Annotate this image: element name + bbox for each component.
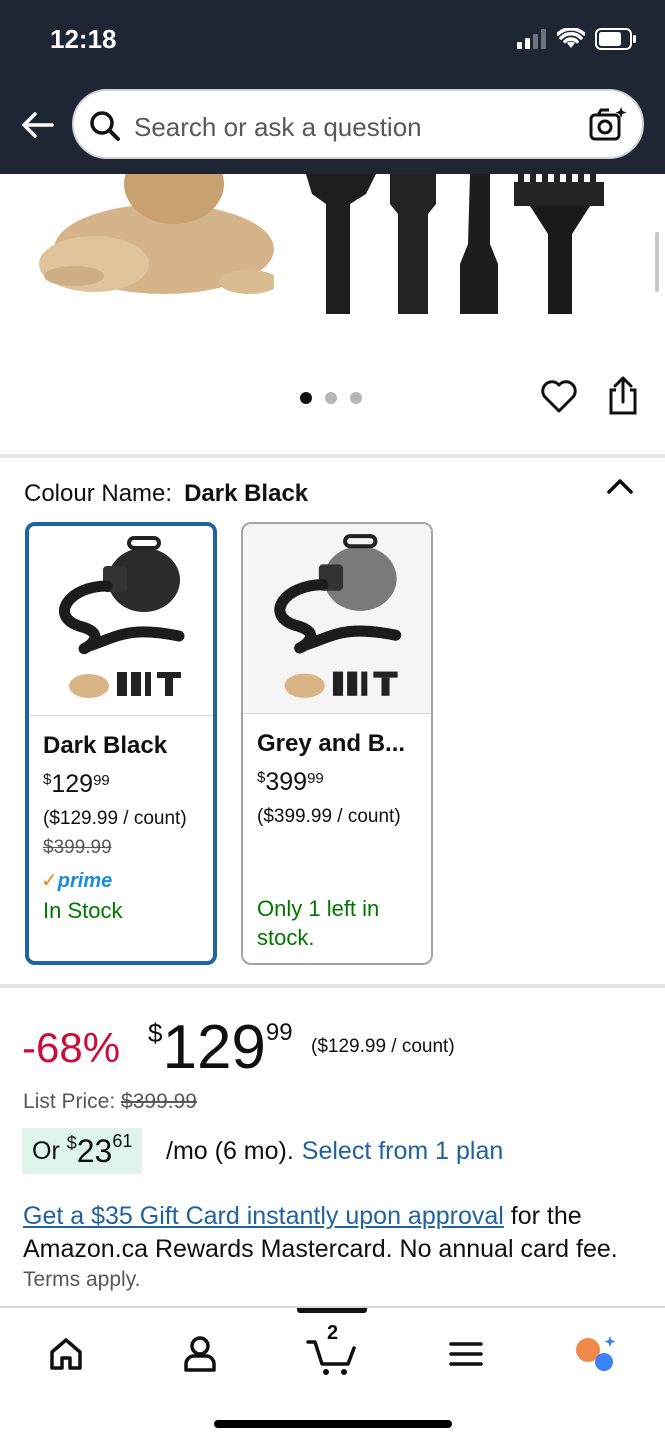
price-symbol: $ bbox=[257, 769, 266, 786]
nav-active-indicator bbox=[297, 1308, 367, 1313]
colour-label: Colour Name: bbox=[24, 480, 173, 507]
prime-badge: ✓prime bbox=[41, 868, 112, 893]
prime-check-icon: ✓ bbox=[41, 870, 58, 892]
monthly-symbol: $ bbox=[66, 1132, 77, 1153]
swatch-availability: Only 1 left in stock. bbox=[257, 896, 380, 950]
discount-percentage: -68% bbox=[22, 1024, 121, 1071]
price-cents: 99 bbox=[307, 770, 324, 787]
signal-icon bbox=[517, 29, 546, 49]
swatch-name: Dark Black bbox=[43, 732, 168, 759]
colour-option-grey-and-black[interactable]: Grey and B... $39999 ($399.99 / count) O… bbox=[241, 522, 433, 965]
list-price-label: List Price: bbox=[23, 1090, 116, 1113]
account-icon[interactable] bbox=[176, 1330, 224, 1378]
app-header: 12:18 Search or ask a question bbox=[0, 0, 665, 174]
home-indicator bbox=[214, 1420, 452, 1428]
chevron-up-icon[interactable] bbox=[606, 476, 634, 496]
carousel-dot[interactable] bbox=[350, 392, 362, 404]
unit-price: ($129.99 / count) bbox=[311, 1036, 455, 1057]
wifi-icon bbox=[557, 28, 585, 48]
swatch-image bbox=[243, 524, 431, 714]
product-image-carousel[interactable] bbox=[0, 174, 665, 456]
gift-card-offer: Get a $35 Gift Card instantly upon appro… bbox=[23, 1200, 643, 1266]
battery-icon bbox=[595, 28, 636, 50]
swatch-image bbox=[29, 526, 213, 716]
monthly-terms-row: /mo (6 mo). Select from 1 plan bbox=[166, 1137, 503, 1166]
swatch-unit-price: ($399.99 / count) bbox=[257, 806, 401, 827]
colour-value: Dark Black bbox=[184, 480, 309, 507]
home-icon[interactable] bbox=[42, 1330, 90, 1378]
price-whole: 399 bbox=[265, 768, 308, 796]
dog-product-image bbox=[39, 174, 274, 294]
select-plan-link[interactable]: Select from 1 plan bbox=[302, 1137, 504, 1165]
menu-icon[interactable] bbox=[442, 1330, 490, 1378]
gift-card-link[interactable]: Get a $35 Gift Card instantly upon appro… bbox=[23, 1202, 504, 1230]
colour-option-dark-black[interactable]: Dark Black $12999 ($129.99 / count) $399… bbox=[25, 522, 217, 965]
camera-search-icon[interactable] bbox=[588, 105, 628, 145]
swatch-price: $12999 bbox=[43, 770, 110, 799]
swatch-name: Grey and B... bbox=[257, 730, 406, 757]
share-icon[interactable] bbox=[606, 376, 640, 416]
list-price: List Price: $399.99 bbox=[23, 1090, 197, 1114]
price-whole: 129 bbox=[162, 1013, 266, 1082]
price-cents: 99 bbox=[93, 772, 110, 789]
colour-name-row: Colour Name: Dark Black bbox=[24, 480, 308, 508]
nozzle-attachments-image bbox=[306, 174, 604, 314]
dryer-image bbox=[59, 536, 185, 698]
swatch-price: $39999 bbox=[257, 768, 324, 797]
monthly-whole: 23 bbox=[76, 1132, 113, 1169]
price-symbol: $ bbox=[43, 771, 52, 788]
swatch-unit-price: ($129.99 / count) bbox=[43, 808, 187, 829]
search-icon bbox=[90, 111, 120, 141]
cart-count-badge: 2 bbox=[327, 1322, 339, 1344]
list-price-value: $399.99 bbox=[121, 1090, 197, 1113]
monthly-terms: /mo (6 mo). bbox=[166, 1137, 294, 1165]
current-price: $12999 bbox=[148, 1012, 293, 1083]
swatch-list-price: $399.99 bbox=[43, 837, 112, 858]
search-placeholder: Search or ask a question bbox=[134, 112, 422, 142]
back-arrow-icon[interactable] bbox=[18, 106, 56, 144]
carousel-dots bbox=[300, 392, 362, 404]
rufus-icon[interactable] bbox=[572, 1330, 620, 1378]
price-whole: 129 bbox=[51, 770, 94, 798]
heart-icon[interactable] bbox=[540, 378, 578, 414]
prime-label: prime bbox=[57, 870, 113, 892]
terms-apply[interactable]: Terms apply. bbox=[23, 1268, 140, 1292]
price-symbol: $ bbox=[148, 1018, 163, 1048]
status-time: 12:18 bbox=[50, 24, 117, 54]
price-cents: 99 bbox=[265, 1019, 293, 1046]
carousel-dot[interactable] bbox=[325, 392, 337, 404]
scroll-indicator bbox=[655, 232, 659, 292]
monthly-cents: 61 bbox=[112, 1130, 133, 1151]
section-divider bbox=[0, 454, 665, 458]
monthly-payment-chip: Or $23 61 bbox=[22, 1128, 143, 1174]
section-divider bbox=[0, 984, 665, 988]
swatch-availability: In Stock bbox=[43, 898, 123, 923]
monthly-prefix: Or bbox=[32, 1136, 60, 1165]
dryer-image bbox=[274, 534, 402, 698]
search-input[interactable]: Search or ask a question bbox=[72, 89, 644, 159]
carousel-dot-active[interactable] bbox=[300, 392, 312, 404]
status-icons bbox=[517, 28, 637, 50]
